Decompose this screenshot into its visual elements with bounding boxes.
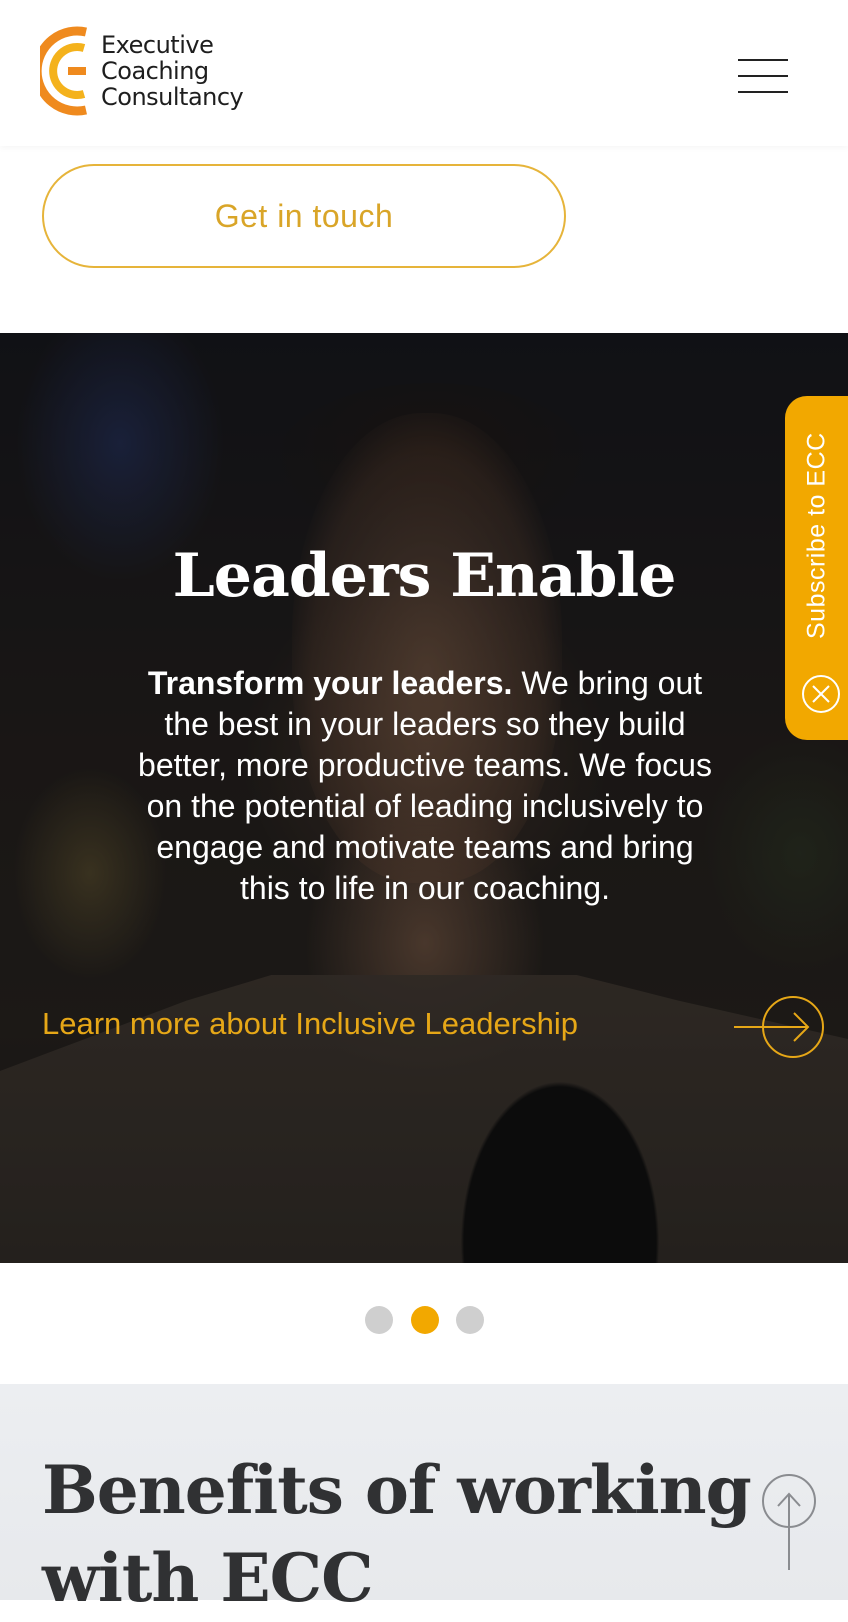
carousel-dot-2[interactable] bbox=[411, 1306, 439, 1334]
site-header: Executive Coaching Consultancy bbox=[0, 0, 848, 146]
learn-more-link[interactable]: Learn more about Inclusive Leadership bbox=[42, 1006, 578, 1042]
hero-slide: Leaders Enable Transform your leaders. W… bbox=[0, 333, 848, 1263]
hero-title: Leaders Enable bbox=[172, 541, 677, 611]
hero-body-text: We bring out the best in your leaders so… bbox=[138, 665, 712, 906]
close-circle-icon[interactable] bbox=[801, 674, 841, 714]
logo-line-2: Coaching bbox=[101, 57, 209, 85]
subscribe-label[interactable]: Subscribe to ECC bbox=[787, 416, 847, 656]
ecc-logo[interactable]: Executive Coaching Consultancy bbox=[40, 26, 260, 120]
arrow-right-circle-icon[interactable] bbox=[730, 994, 826, 1060]
logo-line-3: Consultancy bbox=[101, 83, 244, 111]
carousel-dot-3[interactable] bbox=[456, 1306, 484, 1334]
logo-line-1: Executive bbox=[101, 31, 214, 59]
hero-body: Transform your leaders. We bring out the… bbox=[130, 663, 720, 909]
subscribe-tab[interactable]: Subscribe to ECC bbox=[785, 396, 848, 740]
get-in-touch-button[interactable]: Get in touch bbox=[42, 164, 566, 268]
logo-wordmark: Executive Coaching Consultancy bbox=[101, 31, 244, 111]
logo-mark-icon bbox=[40, 26, 87, 116]
carousel-dot-1[interactable] bbox=[365, 1306, 393, 1334]
hero-body-bold: Transform your leaders. bbox=[147, 665, 513, 701]
arrow-up-circle-icon[interactable] bbox=[760, 1472, 818, 1572]
benefits-title: Benefits of working with ECC bbox=[42, 1451, 752, 1617]
hamburger-menu-icon[interactable] bbox=[738, 57, 788, 95]
benefits-section: Benefits of working with ECC bbox=[0, 1384, 848, 1617]
